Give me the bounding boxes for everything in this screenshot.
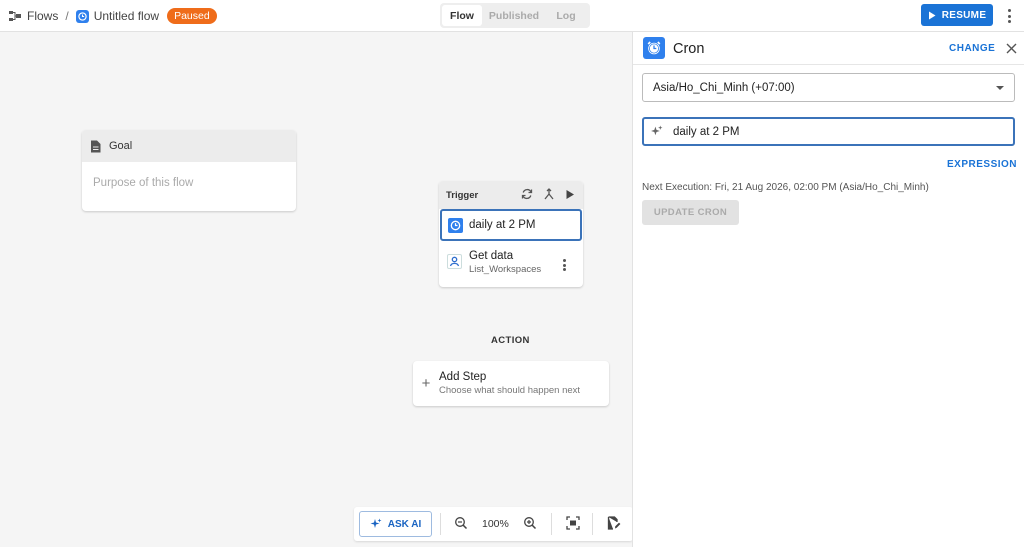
flow-clock-icon: [75, 9, 89, 23]
goal-purpose-placeholder[interactable]: Purpose of this flow: [82, 162, 296, 204]
flow-name[interactable]: Untitled flow: [94, 9, 159, 23]
zoom-level: 100%: [482, 518, 509, 530]
flows-icon: [9, 11, 21, 21]
goal-title: Goal: [109, 140, 133, 152]
step-kebab-icon[interactable]: [563, 259, 566, 271]
close-icon[interactable]: [1006, 43, 1017, 54]
plus-icon: +: [421, 375, 431, 392]
resume-button[interactable]: RESUME: [921, 4, 993, 26]
step-subtitle: List_Workspaces: [469, 264, 542, 275]
panel-title: Cron: [673, 41, 705, 57]
fit-screen-icon[interactable]: [566, 516, 580, 530]
expression-button[interactable]: EXPRESSION: [947, 159, 1017, 170]
sparkle-icon: [651, 125, 663, 136]
goal-card[interactable]: Goal Purpose of this flow: [82, 130, 296, 211]
toolbar-divider: [592, 513, 593, 535]
breadcrumb-flows-link[interactable]: Flows: [27, 9, 58, 23]
panel-header: Cron CHANGE: [633, 32, 1024, 65]
trigger-tools: [521, 188, 575, 200]
trigger-item-cron[interactable]: daily at 2 PM: [440, 209, 582, 241]
tab-published[interactable]: Published: [482, 5, 546, 26]
trigger-card: Trigger daily at 2 PM Get data List_Work…: [439, 181, 583, 287]
ask-ai-label: ASK AI: [387, 518, 422, 530]
cron-input[interactable]: [673, 125, 973, 138]
canvas-toolbar: ASK AI 100%: [354, 507, 633, 541]
top-bar: Flows / Untitled flow Paused Flow Publis…: [0, 0, 1024, 32]
trigger-title: Trigger: [446, 189, 479, 201]
trigger-item-label: daily at 2 PM: [469, 219, 536, 231]
status-badge: Paused: [167, 8, 217, 24]
breadcrumb-separator: /: [65, 9, 69, 23]
goal-header: Goal: [82, 130, 296, 162]
clock-icon: [643, 37, 665, 59]
tab-log[interactable]: Log: [546, 5, 586, 26]
play-icon: [928, 11, 936, 19]
refresh-icon[interactable]: [521, 188, 533, 200]
edit-note-icon[interactable]: [607, 516, 621, 530]
chevron-down-icon: [996, 86, 1004, 90]
timezone-value: Asia/Ho_Chi_Minh (+07:00): [653, 81, 795, 94]
person-pin-icon: [447, 254, 462, 269]
change-button[interactable]: CHANGE: [949, 43, 995, 54]
add-step-title: Add Step: [439, 371, 487, 383]
add-step-button[interactable]: + Add Step Choose what should happen nex…: [413, 361, 609, 406]
cron-settings-panel: Cron CHANGE Asia/Ho_Chi_Minh (+07:00) EX…: [632, 32, 1024, 547]
sparkle-icon: [370, 518, 382, 528]
add-step-subtitle: Choose what should happen next: [439, 385, 581, 396]
view-tabs: Flow Published Log: [440, 3, 590, 28]
play-icon[interactable]: [565, 189, 575, 200]
document-icon: [91, 140, 101, 152]
next-execution-text: Next Execution: Fri, 21 Aug 2026, 02:00 …: [642, 182, 929, 193]
action-section-label: ACTION: [491, 335, 530, 346]
update-cron-button[interactable]: UPDATE CRON: [642, 200, 739, 225]
ask-ai-button[interactable]: ASK AI: [359, 511, 432, 537]
cron-input-field[interactable]: [642, 117, 1015, 146]
timezone-select[interactable]: Asia/Ho_Chi_Minh (+07:00): [642, 73, 1015, 102]
tab-flow[interactable]: Flow: [442, 5, 482, 26]
step-get-data[interactable]: Get data List_Workspaces: [447, 250, 541, 275]
step-title: Get data: [469, 250, 514, 262]
zoom-out-icon[interactable]: [454, 516, 468, 530]
branch-icon[interactable]: [543, 188, 555, 200]
breadcrumb: Flows / Untitled flow Paused: [8, 0, 217, 32]
toolbar-divider: [551, 513, 552, 535]
toolbar-divider: [440, 513, 441, 535]
zoom-in-icon[interactable]: [523, 516, 537, 530]
clock-icon: [448, 217, 463, 233]
resume-label: RESUME: [941, 9, 987, 21]
kebab-icon[interactable]: [1003, 7, 1015, 25]
